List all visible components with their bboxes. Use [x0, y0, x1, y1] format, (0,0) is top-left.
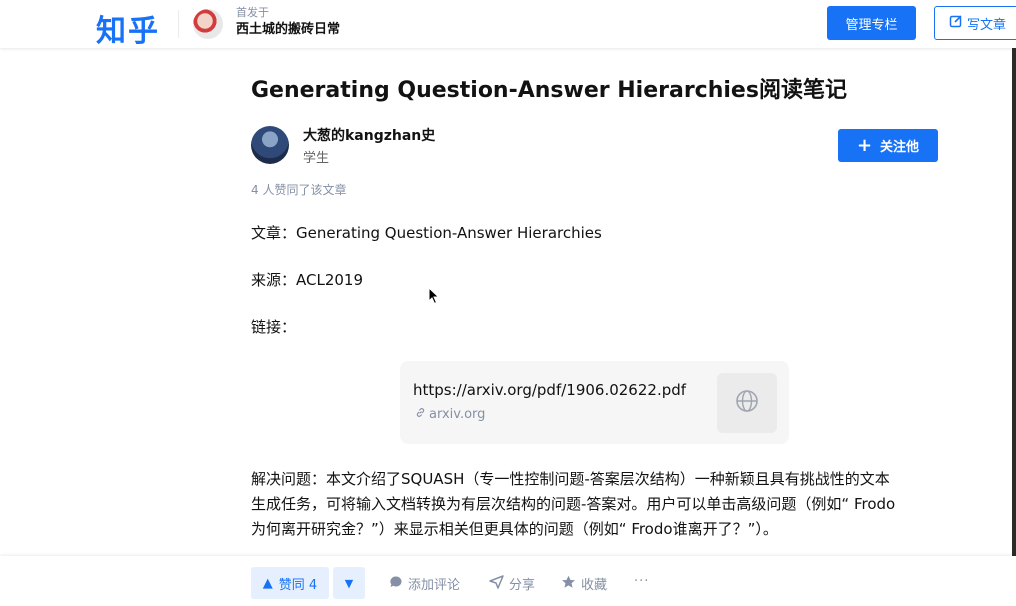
header-divider — [178, 10, 179, 38]
favorite-label: 收藏 — [581, 578, 608, 593]
link-card-domain: arxiv.org — [415, 407, 485, 422]
author-name[interactable]: 大葱的kangzhan史 — [303, 125, 435, 145]
manage-column-label: 管理专栏 — [845, 17, 898, 33]
plus-icon: + — [856, 134, 873, 156]
body-line: 生成任务，可将输入文档转换为有层次结构的问题-答案对。用户可以单击高级问题（例如… — [251, 495, 896, 513]
comment-label: 添加评论 — [408, 578, 461, 593]
comment-icon — [389, 575, 403, 593]
body-line: 为何离开研究金？”）来显示相关但更具体的问题（例如“ Frodo谁离开了？”）。 — [251, 520, 778, 538]
link-card-domain-label: arxiv.org — [429, 407, 486, 422]
likes-count[interactable]: 4 人赞同了该文章 — [251, 181, 346, 198]
upvote-label: 赞同 4 — [278, 577, 318, 593]
triangle-up-icon: ▲ — [262, 575, 273, 591]
link-card-thumbnail — [717, 373, 777, 433]
paragraph-source: 来源：ACL2019 — [251, 271, 364, 289]
column-info[interactable]: 首发于 西土城的搬砖日常 — [236, 6, 340, 40]
article-title: Generating Question-Answer Hierarchies阅读… — [251, 78, 847, 103]
comment-button[interactable]: 添加评论 — [389, 574, 460, 593]
column-avatar[interactable] — [193, 9, 223, 39]
share-icon — [489, 574, 504, 593]
triangle-down-icon: ▼ — [344, 576, 354, 590]
body-line: 解决问题：本文介绍了SQUASH（专一性控制问题-答案层次结构）一种新颖且具有挑… — [251, 470, 890, 488]
edit-icon — [949, 14, 963, 32]
author-avatar[interactable] — [251, 126, 289, 164]
action-bar: ▲ 赞同 4 ▼ 添加评论 分享 收藏 ··· — [0, 556, 1016, 606]
favorite-button[interactable]: 收藏 — [561, 574, 607, 593]
link-card[interactable]: https://arxiv.org/pdf/1906.02622.pdf arx… — [400, 361, 789, 444]
upvote-button[interactable]: ▲ 赞同 4 — [251, 567, 329, 599]
mouse-cursor-icon — [428, 286, 440, 309]
zhihu-logo[interactable]: 知乎 — [96, 6, 160, 50]
share-label: 分享 — [509, 578, 536, 593]
link-icon — [415, 407, 426, 422]
follow-label: 关注他 — [880, 140, 920, 155]
write-article-label: 写文章 — [967, 17, 1007, 33]
downvote-button[interactable]: ▼ — [333, 567, 365, 599]
author-bio: 学生 — [303, 151, 330, 166]
manage-column-button[interactable]: 管理专栏 — [827, 6, 916, 40]
follow-button[interactable]: + 关注他 — [838, 129, 938, 162]
link-card-url: https://arxiv.org/pdf/1906.02622.pdf — [413, 381, 687, 399]
article-body: 解决问题：本文介绍了SQUASH（专一性控制问题-答案层次结构）一种新颖且具有挑… — [251, 467, 951, 542]
share-button[interactable]: 分享 — [489, 574, 535, 593]
top-header: 知乎 首发于 西土城的搬砖日常 管理专栏 写文章 — [0, 0, 1016, 50]
column-name[interactable]: 西土城的搬砖日常 — [236, 20, 340, 40]
globe-icon — [734, 388, 760, 418]
more-button[interactable]: ··· — [634, 574, 649, 589]
paragraph-article: 文章：Generating Question-Answer Hierarchie… — [251, 224, 602, 242]
scrollbar[interactable] — [1012, 48, 1016, 606]
paragraph-link: 链接： — [251, 318, 297, 336]
column-prefix: 首发于 — [236, 6, 269, 19]
star-icon — [561, 575, 576, 593]
write-article-button[interactable]: 写文章 — [934, 6, 1016, 40]
